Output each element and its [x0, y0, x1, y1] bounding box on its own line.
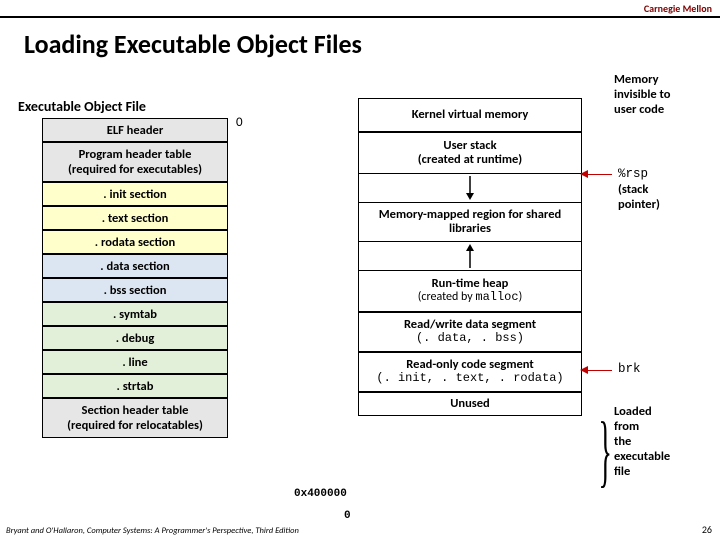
rodata-section: . rodata section	[42, 230, 228, 254]
org-label: Carnegie Mellon	[644, 2, 712, 15]
line-section: . line	[42, 350, 228, 374]
data-section: . data section	[42, 254, 228, 278]
ro-sub: (. init, . text, . rodata)	[376, 372, 563, 386]
addr-zero: 0	[344, 510, 351, 522]
addr-load: 0x400000	[294, 488, 347, 500]
heap-grows-up	[358, 242, 582, 270]
brace-icon: }	[598, 406, 611, 497]
arrow-down-icon	[463, 176, 477, 200]
page-number: 26	[702, 523, 712, 536]
stack-region: User stack (created at runtime)	[358, 132, 582, 174]
unused-region: Unused	[358, 392, 582, 416]
annot-rsp: %rsp (stack pointer)	[618, 166, 660, 212]
init-section: . init section	[42, 182, 228, 206]
heap-sub: (created by malloc)	[418, 291, 522, 305]
elf-header: ELF header	[42, 118, 228, 142]
stack-grows-down	[358, 174, 582, 202]
heap-region: Run-time heap (created by malloc)	[358, 270, 582, 312]
elf-zero-label: 0	[236, 115, 243, 130]
debug-section: . debug	[42, 326, 228, 350]
rsp-pointer-arrow-icon	[580, 170, 588, 178]
rsp-desc: (stack pointer)	[618, 182, 660, 212]
annot-brk: brk	[618, 362, 641, 377]
text-section: . text section	[42, 206, 228, 230]
section-header-table: Section header table (required for reloc…	[42, 398, 228, 438]
footer-cite: Bryant and O'Hallaron, Computer Systems:…	[6, 526, 299, 536]
page-title: Loading Executable Object Files	[24, 28, 362, 60]
memory-column: Kernel virtual memory User stack (create…	[358, 98, 582, 416]
kernel-region: Kernel virtual memory	[358, 98, 582, 132]
rw-title: Read/write data segment	[404, 318, 536, 332]
rw-sub: (. data, . bss)	[416, 332, 524, 346]
heap-title: Run-time heap	[432, 277, 509, 291]
ro-segment: Read-only code segment (. init, . text, …	[358, 352, 582, 392]
top-bar: Carnegie Mellon	[0, 0, 720, 18]
annot-loaded: Loaded from the executable file	[614, 404, 670, 479]
arrow-up-icon	[463, 244, 477, 268]
strtab-section: . strtab	[42, 374, 228, 398]
brk-pointer-arrow-icon	[580, 366, 588, 374]
program-header-table: Program header table (required for execu…	[42, 142, 228, 182]
ro-title: Read-only code segment	[406, 358, 533, 372]
elf-column: ELF header Program header table (require…	[42, 118, 228, 438]
mmap-region: Memory-mapped region for shared librarie…	[358, 202, 582, 242]
elf-title: Executable Object File	[18, 98, 146, 115]
annot-invisible: Memory invisible to user code	[614, 72, 670, 117]
bss-section: . bss section	[42, 278, 228, 302]
symtab-section: . symtab	[42, 302, 228, 326]
rsp-code: %rsp	[618, 167, 648, 181]
rw-segment: Read/write data segment (. data, . bss)	[358, 312, 582, 352]
